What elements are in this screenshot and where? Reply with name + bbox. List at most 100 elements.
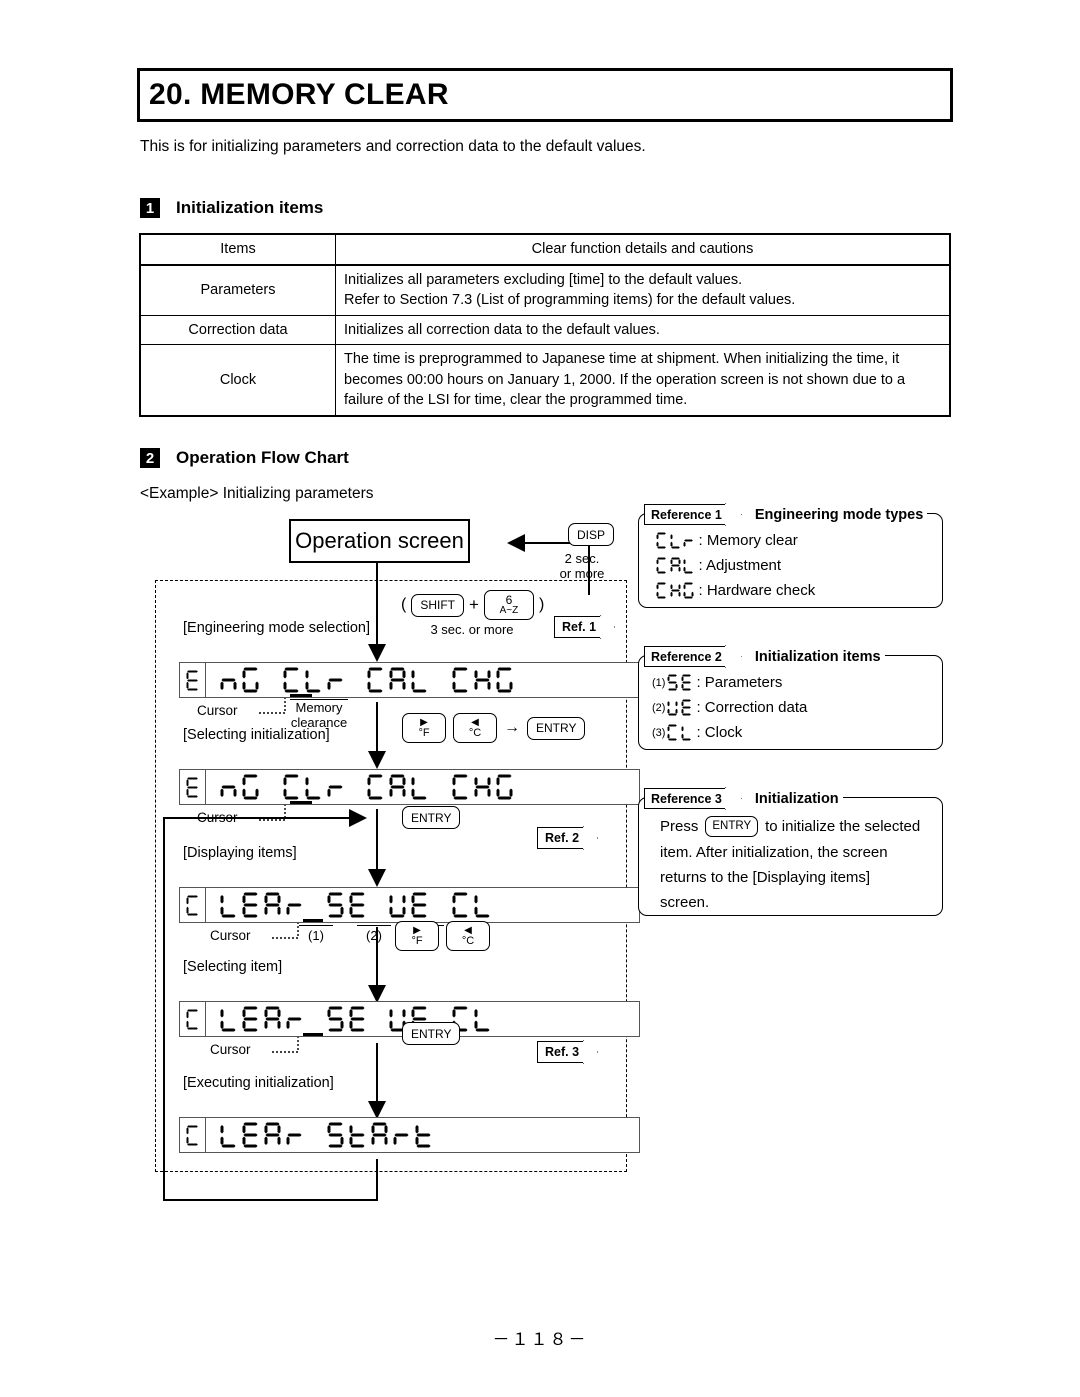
reference-2-line-text: : Clock: [696, 724, 743, 741]
ref2-tag[interactable]: Ref. 2: [537, 826, 599, 850]
shift-key-label: SHIFT: [420, 598, 455, 612]
page-title: 20. MEMORY CLEAR: [149, 78, 449, 111]
entry-key[interactable]: ENTRY: [705, 816, 759, 837]
seven-segment-char: [670, 532, 681, 549]
shift-plus-az-combo: ( SHIFT + 6 A~Z ): [401, 590, 544, 620]
detail-line: Refer to Section 7.3 (List of programmin…: [344, 292, 796, 309]
seven-segment-char: [371, 1122, 388, 1148]
reference-2-header: Reference 2 Initialization items: [644, 645, 885, 668]
reference-3-press-word: Press: [660, 818, 699, 835]
left-arrow-icon: ◀: [471, 716, 479, 728]
seven-segment-char: [349, 892, 366, 918]
navigate-and-entry-group-1: ▶ °F ◀ °C → ENTRY: [402, 713, 586, 743]
lcd-indicator: [179, 1001, 206, 1037]
section-title: Operation Flow Chart: [176, 448, 349, 467]
seven-segment-char: [452, 892, 469, 918]
section-heading-operation-flow-chart: 2 Operation Flow Chart: [140, 448, 349, 468]
table-row: Correction data Initializes all correcti…: [139, 314, 951, 346]
reference-1-line: : Memory clear: [656, 532, 798, 549]
seven-segment-char: [670, 582, 681, 599]
seven-segment-char: [389, 667, 406, 693]
ref-tag-arrow-icon: [600, 615, 616, 639]
right-arrow-f-key[interactable]: ▶ °F: [395, 921, 439, 951]
reference-2-line-text: : Correction data: [696, 699, 808, 716]
ref1-tag[interactable]: Ref. 1: [554, 615, 616, 639]
reference-2-title: Initialization items: [750, 648, 885, 665]
right-arrow-icon: ▶: [420, 716, 428, 728]
reference-2-line-no: (3): [652, 726, 666, 739]
seven-segment-char: [186, 1125, 199, 1146]
seven-segment-char: [286, 1006, 303, 1032]
cursor-leader-line: [259, 805, 286, 821]
ref-tag-arrow-icon: [583, 826, 599, 850]
seven-segment-char: [496, 774, 513, 800]
detail-line: becomes 00:00 hours on January 1, 2000. …: [344, 371, 906, 388]
seven-segment-char: [264, 1006, 281, 1032]
table-header-row: Items Clear function details and caution…: [139, 233, 951, 266]
seven-segment-char: [496, 667, 513, 693]
navigate-group-2: ▶ °F ◀ °C: [395, 921, 490, 951]
table-cell-detail: Initializes all correction data to the d…: [335, 314, 951, 346]
seven-segment-char: [452, 774, 469, 800]
reference-1-header: Reference 1 Engineering mode types: [644, 503, 928, 526]
table-row: Parameters Initializes all parameters ex…: [139, 264, 951, 316]
reference-1-line: : Adjustment: [656, 557, 781, 574]
disp-hold-duration: 2 sec. or more: [547, 551, 617, 582]
table-row: Clock The time is preprogrammed to Japan…: [139, 344, 951, 417]
table-cell-detail: The time is preprogrammed to Japanese ti…: [335, 344, 951, 417]
reference-2-tag: Reference 2: [644, 646, 726, 667]
disp-key[interactable]: DISP: [568, 523, 615, 546]
seven-segment-char: [242, 892, 259, 918]
reference-2-line: (2) : Correction data: [652, 699, 807, 716]
reference-1-line-text: : Memory clear: [698, 532, 798, 549]
plus-sign: +: [469, 595, 479, 614]
ref3-tag[interactable]: Ref. 3: [537, 1040, 599, 1064]
page-number: －１１８－: [492, 1330, 588, 1349]
lcd-displaying-items: [179, 887, 640, 923]
left-arrow-c-key[interactable]: ◀ °C: [446, 921, 490, 951]
table-cell-item: Parameters: [139, 264, 336, 316]
seven-segment-char: [681, 674, 692, 691]
celsius-label: °C: [461, 934, 475, 947]
seven-segment-char: [305, 667, 322, 693]
seven-segment-char: [452, 667, 469, 693]
shift-key[interactable]: SHIFT: [411, 593, 464, 617]
lcd-indicator: [179, 887, 206, 923]
table-cell-item: Correction data: [139, 314, 336, 346]
seven-segment-char: [186, 777, 199, 798]
lcd-panel: [206, 1117, 640, 1153]
lcd-indicator: [179, 769, 206, 805]
entry-key-label: ENTRY: [411, 1026, 452, 1041]
left-arrow-c-key[interactable]: ◀ °C: [453, 713, 497, 743]
seven-segment-char: [670, 557, 681, 574]
entry-key[interactable]: ENTRY: [527, 716, 586, 740]
cursor-leader-line: [272, 1037, 299, 1053]
right-arrow-f-key[interactable]: ▶ °F: [402, 713, 446, 743]
reference-3-tag: Reference 3: [644, 788, 726, 809]
seven-segment-char: [411, 667, 428, 693]
seven-segment-char: [656, 582, 667, 599]
seven-segment-char: [681, 724, 692, 741]
entry-key[interactable]: ENTRY: [402, 1022, 461, 1045]
reference-1-line-text: : Adjustment: [698, 557, 782, 574]
seven-segment-char: [389, 892, 406, 918]
paren-close: ): [538, 596, 545, 613]
entry-key-label: ENTRY: [712, 819, 752, 832]
lcd-engineering-mode-selection: [179, 662, 640, 698]
ref-tag-arrow-icon: [724, 787, 742, 810]
step-label-selecting-initialization: [Selecting initialization]: [183, 727, 330, 743]
entry-key[interactable]: ENTRY: [402, 806, 461, 829]
lcd-indicator: [179, 662, 206, 698]
reference-3-header: Reference 3 Initialization: [644, 787, 843, 810]
az-key[interactable]: 6 A~Z: [483, 590, 534, 620]
seven-segment-char: [683, 557, 694, 574]
item-marker-1: (1): [299, 925, 333, 943]
reference-2-line-text: : Parameters: [696, 674, 783, 691]
reference-2-line: (1) : Parameters: [652, 674, 782, 691]
cursor-label: Cursor: [210, 928, 251, 943]
section-title: Initialization items: [176, 198, 324, 217]
seven-segment-char: [415, 1122, 432, 1148]
seven-segment-char: [220, 1006, 237, 1032]
seven-segment-char: [186, 670, 199, 691]
reference-1-line-text: : Hardware check: [698, 582, 816, 599]
